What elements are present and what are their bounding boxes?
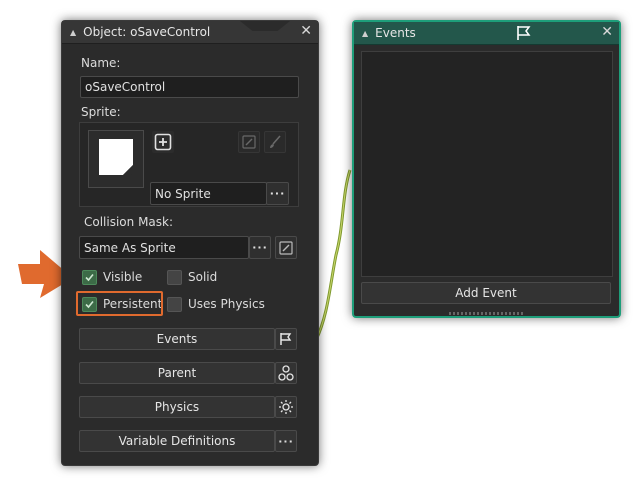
sprite-label: Sprite: [81, 105, 121, 119]
sprite-preview[interactable] [88, 130, 144, 188]
uses-physics-checkbox[interactable] [167, 297, 182, 312]
collision-options-button[interactable]: ··· [249, 236, 271, 259]
events-list[interactable] [361, 51, 613, 277]
object-panel: ▲ Object: oSaveControl ✕ Name: oSaveCont… [61, 20, 319, 466]
events-panel-title: Events [375, 26, 416, 40]
collapse-icon[interactable]: ▲ [70, 28, 76, 37]
close-icon[interactable]: ✕ [300, 23, 312, 39]
hierarchy-icon [278, 365, 294, 381]
sprite-select[interactable]: No Sprite [150, 182, 267, 205]
collision-mask-select[interactable]: Same As Sprite [79, 236, 249, 259]
name-input[interactable]: oSaveControl [80, 76, 299, 98]
add-event-button[interactable]: Add Event [361, 282, 611, 304]
variable-definitions-button[interactable]: Variable Definitions [79, 430, 275, 452]
uses-physics-label: Uses Physics [188, 297, 265, 311]
more-icon: ··· [278, 434, 294, 448]
edit-sprite-button[interactable] [238, 131, 260, 153]
check-icon [85, 273, 94, 282]
parent-hierarchy-button[interactable] [275, 362, 297, 384]
flag-icon [280, 333, 292, 345]
collision-mask-label: Collision Mask: [84, 215, 174, 229]
close-icon[interactable]: ✕ [601, 24, 613, 40]
object-panel-title: Object: oSaveControl [83, 25, 211, 39]
more-icon: ··· [252, 241, 268, 254]
events-panel: ▲ Events ✕ Add Event [352, 20, 621, 318]
events-panel-titlebar: ▲ Events ✕ [354, 22, 619, 45]
object-panel-titlebar: ▲ Object: oSaveControl ✕ [62, 21, 318, 44]
solid-label: Solid [188, 270, 218, 284]
events-flag-button[interactable] [275, 328, 297, 350]
brush-button[interactable] [264, 131, 286, 153]
parent-button[interactable]: Parent [79, 362, 275, 384]
resize-grip[interactable] [449, 312, 525, 315]
sprite-placeholder-icon [99, 139, 133, 175]
title-notch [240, 21, 290, 31]
events-button[interactable]: Events [79, 328, 275, 350]
collapse-icon[interactable]: ▲ [362, 29, 368, 38]
visible-label: Visible [103, 270, 143, 284]
edit-icon [242, 135, 256, 149]
physics-button[interactable]: Physics [79, 396, 275, 418]
name-label: Name: [81, 56, 121, 70]
brush-icon [270, 135, 281, 148]
new-sprite-button[interactable] [152, 131, 174, 153]
flag-icon [517, 26, 531, 40]
solid-checkbox[interactable] [167, 270, 182, 285]
add-sprite-icon [154, 133, 172, 151]
gear-icon [279, 400, 293, 414]
variable-definitions-more-button[interactable]: ··· [275, 430, 297, 452]
visible-checkbox[interactable] [82, 270, 97, 285]
sprite-options-button[interactable]: ··· [266, 182, 289, 205]
sprite-box: No Sprite ··· [79, 122, 299, 207]
collision-edit-button[interactable] [275, 236, 297, 259]
persistent-highlight [76, 291, 163, 316]
more-icon: ··· [269, 187, 286, 200]
edit-icon [279, 240, 293, 255]
physics-gear-button[interactable] [275, 396, 297, 418]
